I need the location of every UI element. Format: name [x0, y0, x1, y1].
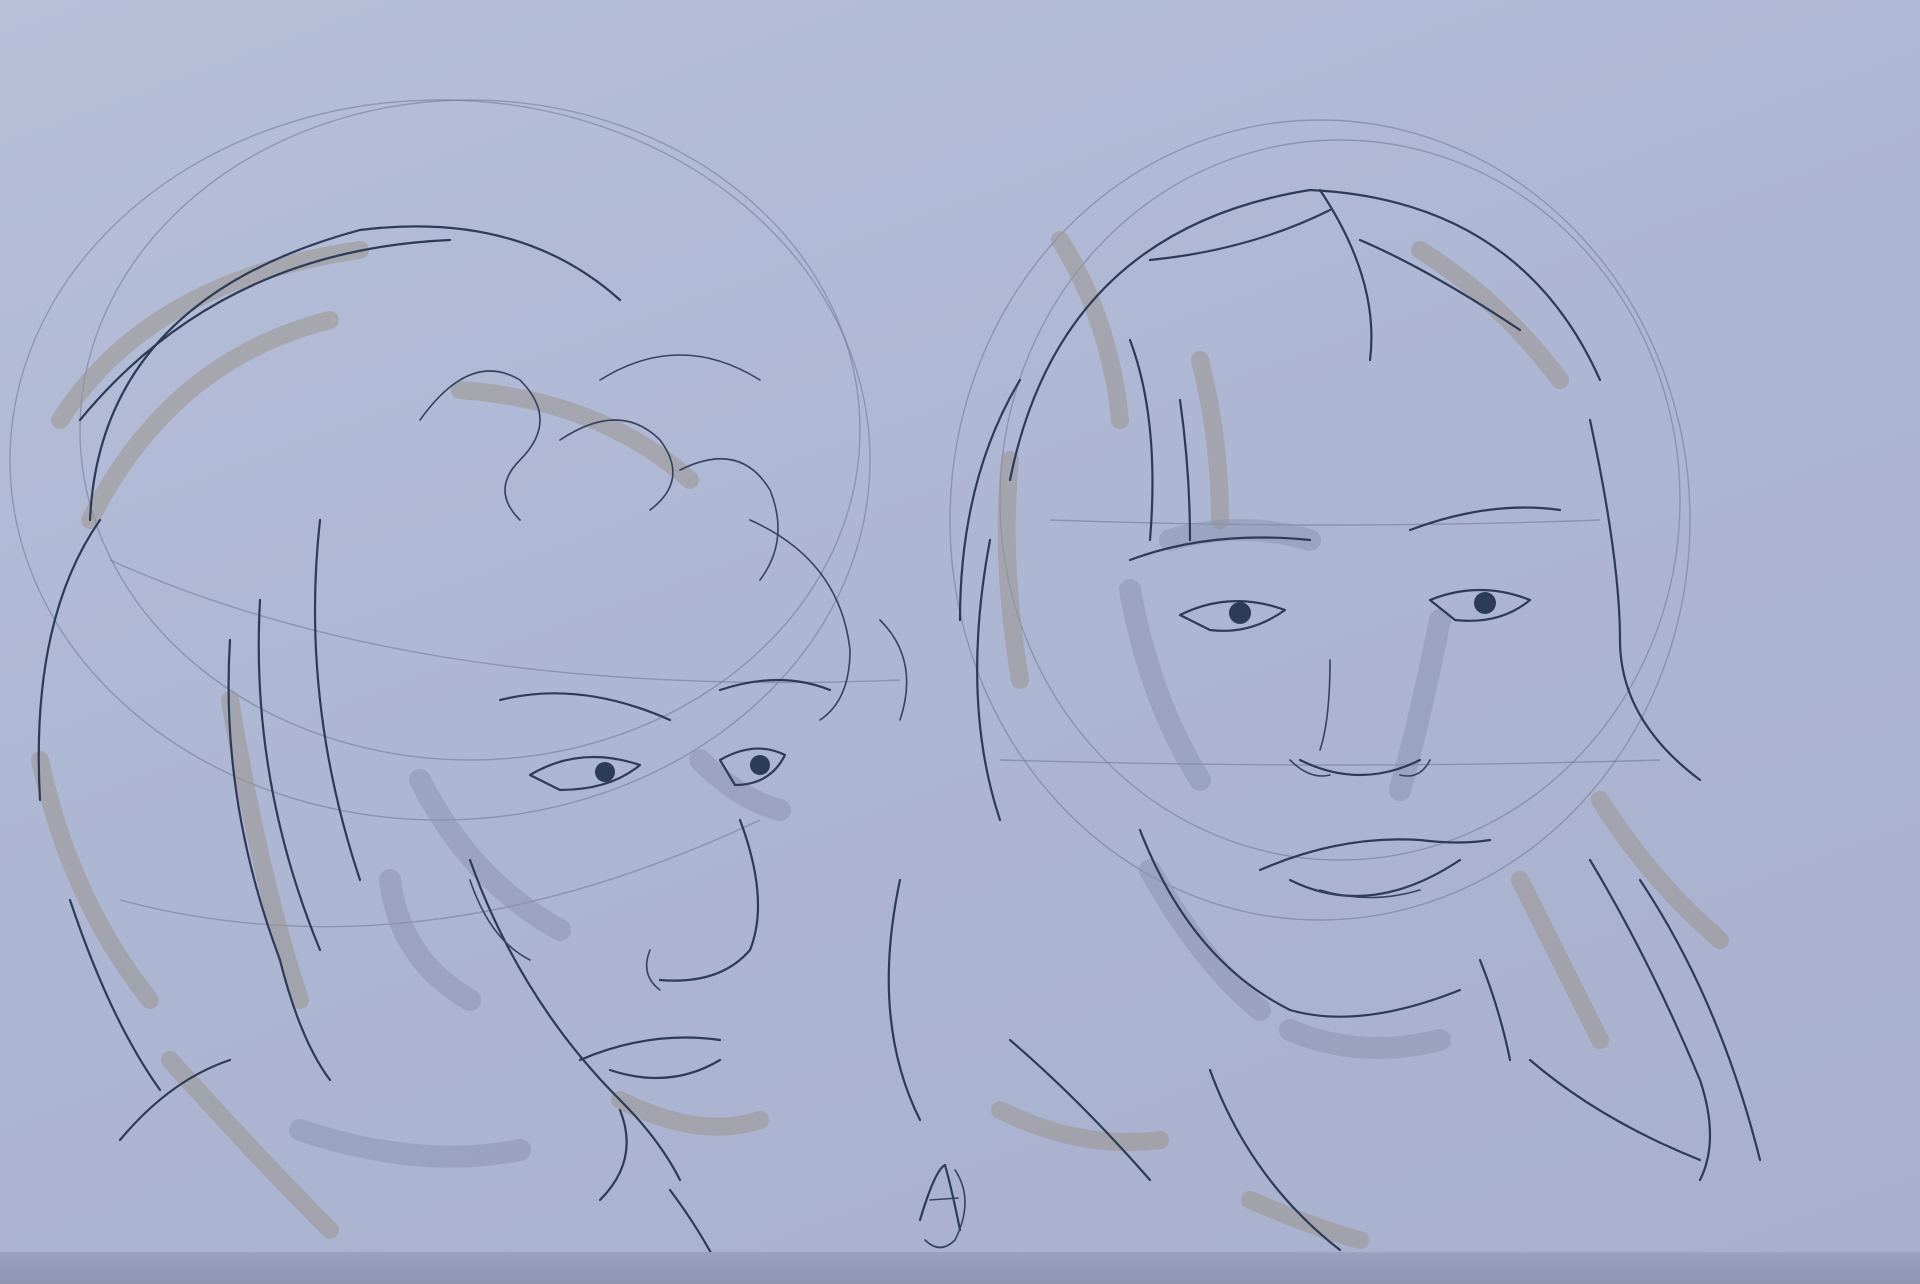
left-portrait: [9, 99, 908, 1272]
right-ink-lines: [887, 188, 1762, 1252]
sketchbook-page: [0, 0, 1920, 1284]
artist-monogram: [918, 1163, 966, 1249]
right-face-shading: [1119, 519, 1451, 1059]
left-hair-shading: [31, 241, 769, 1239]
left-face-shading: [289, 749, 791, 1168]
sketchbook-bottom-edge: [0, 1252, 1920, 1284]
right-hair-shading: [991, 231, 1729, 1249]
right-portrait: [887, 119, 1762, 1252]
portrait-sketches: [9, 99, 1762, 1272]
